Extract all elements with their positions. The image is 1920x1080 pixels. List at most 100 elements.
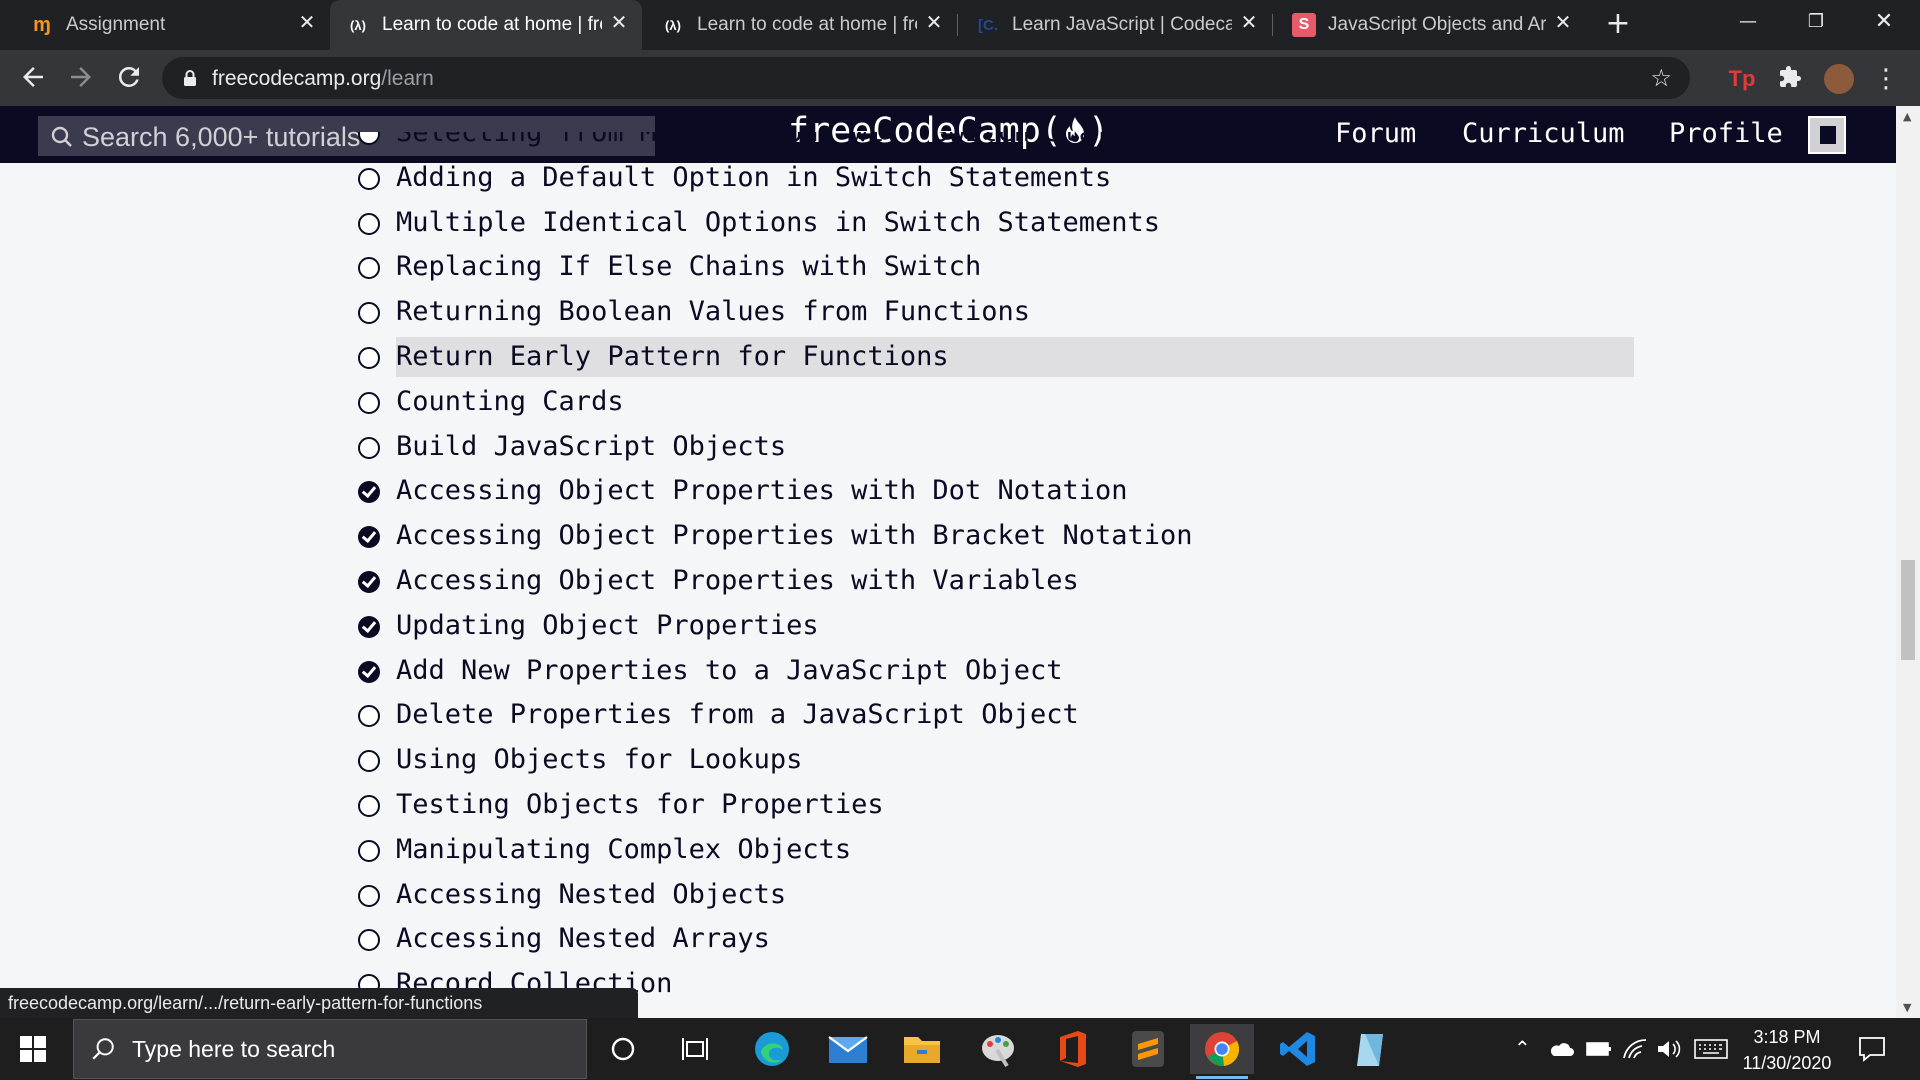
close-window-button[interactable]: ✕ [1850, 0, 1918, 44]
new-tab-button[interactable]: + [1604, 9, 1632, 39]
close-tab-icon[interactable]: ✕ [608, 12, 630, 34]
lesson-item[interactable]: Return Early Pattern for Functions [350, 337, 1650, 377]
lesson-item[interactable]: Manipulating Complex Objects [350, 830, 1650, 870]
onedrive-cloud-icon[interactable] [1548, 1040, 1574, 1058]
tab-freecodecamp[interactable]: (λ) Learn to code at home | freeCodeCamp… [645, 0, 957, 50]
lesson-item[interactable]: Adding a Default Option in Switch Statem… [350, 158, 1650, 198]
sublime-text-icon[interactable] [1116, 1024, 1180, 1074]
chrome-icon[interactable] [1190, 1024, 1254, 1079]
lesson-item[interactable]: Build JavaScript Objects [350, 427, 1650, 467]
forward-button[interactable] [64, 62, 98, 96]
lesson-title-link[interactable]: Accessing Nested Arrays [396, 919, 770, 959]
close-tab-icon[interactable]: ✕ [296, 12, 318, 34]
check-circle-icon [358, 526, 380, 549]
notifications-icon[interactable] [1858, 1035, 1886, 1063]
mail-icon[interactable] [816, 1024, 880, 1074]
battery-icon[interactable] [1586, 1040, 1612, 1058]
empty-circle-icon [358, 257, 380, 280]
lesson-title-link[interactable]: Using Objects for Lookups [396, 740, 802, 780]
cortana-icon[interactable] [591, 1024, 655, 1074]
lesson-title-link[interactable]: Selecting from Many Options with Switch … [396, 132, 1209, 153]
lesson-title-link[interactable]: Replacing If Else Chains with Switch [396, 247, 981, 287]
codecademy-logo-icon: [C. [978, 16, 998, 34]
lesson-item[interactable]: Returning Boolean Values from Functions [350, 292, 1650, 332]
system-clock[interactable]: 3:18 PM 11/30/2020 [1732, 1024, 1842, 1076]
lesson-item[interactable]: Accessing Object Properties with Variabl… [350, 561, 1650, 601]
lesson-item[interactable]: Accessing Nested Objects [350, 875, 1650, 915]
tab-freecodecamp-active[interactable]: (λ) Learn to code at home | freeCodeCamp… [330, 0, 642, 50]
extension-tp-icon[interactable]: Tp [1728, 65, 1756, 93]
address-bar[interactable]: freecodecamp.org/learn ☆ [162, 57, 1690, 99]
lesson-title-link[interactable]: Accessing Object Properties with Bracket… [396, 516, 1193, 556]
keyboard-icon[interactable] [1694, 1039, 1728, 1059]
lesson-title-link[interactable]: Accessing Object Properties with Variabl… [396, 561, 1079, 601]
tab-codecademy[interactable]: [C. Learn JavaScript | Codecademy ✕ [960, 0, 1272, 50]
paint-icon[interactable] [966, 1024, 1030, 1074]
scroll-up-arrow-icon[interactable]: ▲ [1903, 110, 1911, 123]
lesson-title-link[interactable]: Multiple Identical Options in Switch Sta… [396, 203, 1160, 243]
file-explorer-icon[interactable] [890, 1024, 954, 1074]
windows-start-button[interactable] [20, 1036, 48, 1064]
lesson-title-link[interactable]: Returning Boolean Values from Functions [396, 292, 1030, 332]
empty-circle-icon [358, 436, 380, 459]
notepad-icon[interactable] [1340, 1024, 1404, 1074]
lesson-item[interactable]: Selecting from Many Options with Switch … [350, 132, 1650, 153]
search-icon [51, 126, 72, 147]
lesson-title-link[interactable]: Delete Properties from a JavaScript Obje… [396, 695, 1079, 735]
minimize-window-button[interactable]: — [1714, 0, 1782, 44]
scrollbar-thumb[interactable] [1901, 560, 1915, 660]
vscode-icon[interactable] [1266, 1024, 1330, 1074]
wifi-icon[interactable] [1622, 1038, 1648, 1060]
check-circle-icon [358, 571, 380, 593]
lesson-title-link[interactable]: Accessing Object Properties with Dot Not… [396, 471, 1128, 511]
task-view-icon[interactable] [663, 1024, 727, 1074]
reload-button[interactable] [112, 62, 146, 96]
lesson-title-link[interactable]: Accessing Nested Objects [396, 875, 786, 915]
close-tab-icon[interactable]: ✕ [1552, 12, 1574, 34]
edge-icon[interactable] [740, 1024, 804, 1074]
show-hidden-icons-chevron[interactable]: ⌃ [1514, 1036, 1531, 1060]
volume-icon[interactable] [1656, 1038, 1682, 1060]
lesson-item[interactable]: Replacing If Else Chains with Switch [350, 247, 1650, 287]
tab-scrimba[interactable]: S JavaScript Objects and Arrays ✕ [1276, 0, 1586, 50]
lesson-title-link[interactable]: Adding a Default Option in Switch Statem… [396, 158, 1111, 198]
link-status-bubble: freecodecamp.org/learn/.../return-early-… [0, 988, 638, 1018]
lesson-item[interactable]: Accessing Object Properties with Bracket… [350, 516, 1650, 556]
office-icon[interactable] [1040, 1024, 1104, 1074]
windows-logo-icon [20, 1036, 32, 1048]
nav-profile-link[interactable]: Profile [1669, 118, 1783, 149]
close-tab-icon[interactable]: ✕ [1238, 12, 1260, 34]
lesson-item[interactable]: Accessing Nested Arrays [350, 919, 1650, 959]
taskbar-search-box[interactable]: Type here to search [73, 1019, 587, 1079]
lesson-title-link[interactable]: Testing Objects for Properties [396, 785, 884, 825]
lesson-item[interactable]: Updating Object Properties [350, 606, 1650, 646]
lesson-title-link[interactable]: Build JavaScript Objects [396, 427, 786, 467]
fcc-user-avatar[interactable] [1808, 116, 1846, 154]
lesson-item[interactable]: Counting Cards [350, 382, 1650, 422]
profile-avatar-icon[interactable] [1824, 64, 1854, 94]
lesson-item[interactable]: Using Objects for Lookups [350, 740, 1650, 780]
scroll-down-arrow-icon[interactable]: ▼ [1903, 1001, 1911, 1014]
lesson-title-link[interactable]: Add New Properties to a JavaScript Objec… [396, 651, 1062, 691]
lesson-title-link[interactable]: Counting Cards [396, 382, 624, 422]
browser-menu-icon[interactable]: ⋮ [1872, 65, 1900, 93]
lesson-title-link[interactable]: Return Early Pattern for Functions [396, 337, 1634, 377]
page-scrollbar[interactable]: ▲ ▼ [1896, 106, 1920, 1018]
lesson-title-link[interactable]: Manipulating Complex Objects [396, 830, 851, 870]
close-tab-icon[interactable]: ✕ [923, 12, 945, 34]
back-button[interactable] [16, 62, 50, 96]
extensions-puzzle-icon[interactable] [1776, 65, 1804, 93]
lesson-item[interactable]: Testing Objects for Properties [350, 785, 1650, 825]
bookmark-star-icon[interactable]: ☆ [1650, 64, 1672, 92]
lesson-item[interactable]: Accessing Object Properties with Dot Not… [350, 471, 1650, 511]
browser-tab-strip: ɱ Assignment ✕ (λ) Learn to code at home… [0, 0, 1920, 50]
empty-circle-icon [358, 750, 380, 773]
lesson-item[interactable]: Add New Properties to a JavaScript Objec… [350, 651, 1650, 691]
tab-separator [957, 14, 958, 36]
lesson-item[interactable]: Multiple Identical Options in Switch Sta… [350, 203, 1650, 243]
restore-window-button[interactable]: ❐ [1782, 0, 1850, 44]
lesson-item[interactable]: Delete Properties from a JavaScript Obje… [350, 695, 1650, 735]
lesson-list: Selecting from Many Options with Switch … [350, 132, 1650, 1018]
lesson-title-link[interactable]: Updating Object Properties [396, 606, 819, 646]
tab-assignment[interactable]: ɱ Assignment ✕ [14, 0, 330, 50]
